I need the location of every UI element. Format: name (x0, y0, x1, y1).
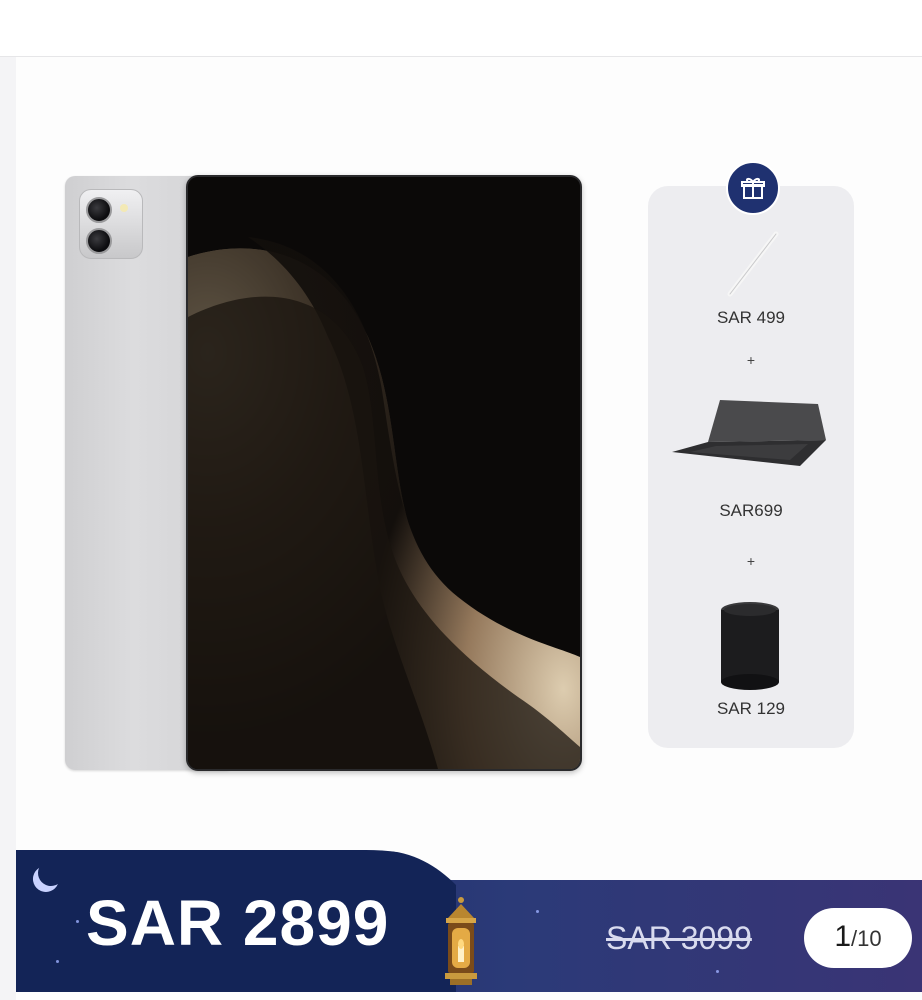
star-decoration (536, 910, 539, 913)
pager-total: 10 (857, 926, 882, 951)
current-price: SAR 2899 (86, 887, 390, 959)
camera-lens (86, 197, 112, 223)
plus-sign: + (746, 553, 756, 569)
top-bar (0, 0, 922, 57)
lantern-icon (445, 897, 477, 985)
gift-badge (726, 161, 780, 215)
image-pager-indicator: 1 / 10 (804, 908, 912, 968)
camera-flash (120, 204, 128, 212)
original-price: SAR 3099 (606, 920, 752, 956)
price-banner: SAR 2899 SAR 3099 1 / 10 (16, 850, 922, 992)
plus-sign: + (746, 352, 756, 368)
keyboard-case-image (672, 400, 826, 466)
star-decoration (716, 970, 719, 973)
stylus-pen-image (727, 231, 779, 297)
bundle-item-price: SAR 499 (716, 308, 786, 327)
star-decoration (76, 920, 79, 923)
mini-speaker-image (721, 602, 779, 690)
pager-current: 1 (834, 920, 852, 953)
camera-module (79, 189, 143, 259)
bundle-item-price: SAR699 (719, 501, 783, 520)
gift-icon (741, 178, 765, 199)
bundle-item-price: SAR 129 (716, 699, 786, 718)
left-edge-strip (0, 57, 16, 1000)
tablet-screen-image (186, 175, 582, 771)
camera-lens (86, 228, 112, 254)
star-decoration (56, 960, 59, 963)
